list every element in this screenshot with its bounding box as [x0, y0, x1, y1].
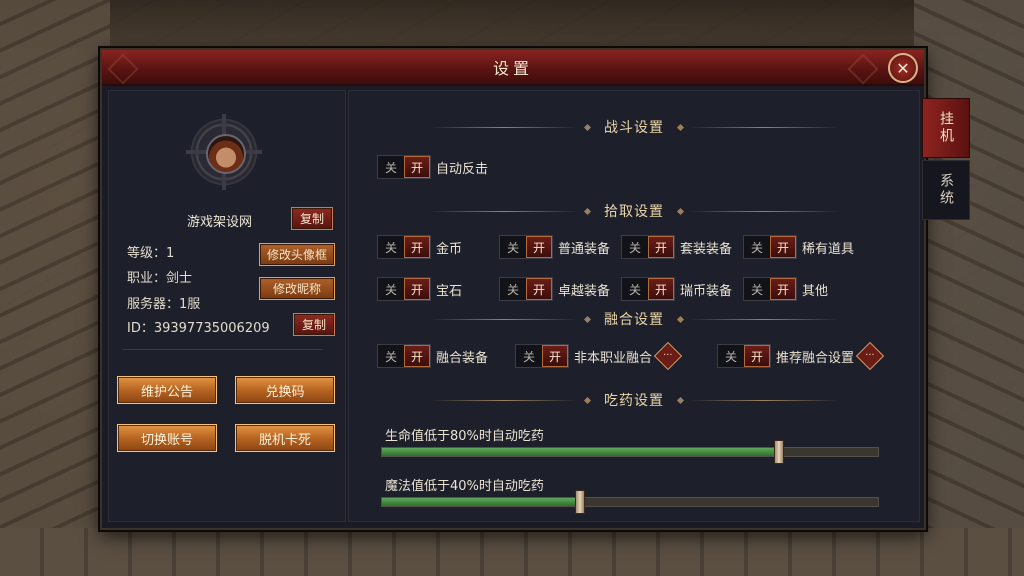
dialog-titlebar: 设置 ✕ — [102, 50, 924, 86]
toggle-pickup-set-gear[interactable]: 关开 套装装备 — [621, 235, 732, 259]
toggle-label: 其他 — [802, 283, 829, 299]
dialog-title: 设置 — [492, 59, 533, 78]
toggle-on[interactable]: 开 — [404, 236, 430, 258]
tab-system[interactable]: 系统 — [922, 160, 970, 220]
toggle-off[interactable]: 关 — [744, 236, 770, 258]
player-level: 等级：1 — [127, 246, 175, 261]
mp-potion-slider[interactable] — [381, 490, 879, 514]
toggle-recommended-fusion[interactable]: 关开 推荐融合设置 ··· — [717, 341, 885, 371]
avatar[interactable] — [206, 134, 246, 174]
hp-slider-fill — [382, 448, 779, 456]
toggle-on[interactable]: 开 — [404, 278, 430, 300]
player-id: ID：39397735006209 — [127, 321, 270, 336]
copy-name-button[interactable]: 复制 — [291, 207, 333, 230]
game-scene-bottom — [0, 528, 1024, 576]
hp-slider-handle[interactable] — [773, 440, 784, 464]
mp-potion-label: 魔法值低于40%时自动吃药 — [385, 479, 544, 494]
change-nickname-button[interactable]: 修改昵称 — [259, 277, 335, 300]
maintenance-notice-button[interactable]: 维护公告 — [117, 376, 217, 404]
hp-potion-label: 生命值低于80%时自动吃药 — [385, 429, 544, 444]
section-header-potion: 吃药设置 — [349, 390, 919, 410]
game-scene-left — [0, 0, 110, 576]
section-header-combat: 战斗设置 — [349, 117, 919, 137]
cross-class-more-button[interactable]: ··· — [653, 341, 683, 371]
player-job: 职业：剑士 — [127, 271, 193, 286]
toggle-pickup-normal-gear[interactable]: 关开 普通装备 — [499, 235, 610, 259]
switch-account-button[interactable]: 切换账号 — [117, 424, 217, 452]
toggle-pickup-rare-items[interactable]: 关开 稀有道具 — [743, 235, 854, 259]
toggle-on[interactable]: 开 — [744, 345, 770, 367]
section-header-pickup: 拾取设置 — [349, 201, 919, 221]
toggle-on[interactable]: 开 — [526, 236, 552, 258]
toggle-label: 金币 — [436, 241, 463, 257]
profile-panel: 游戏架设网 复制 等级：1 修改头像框 职业：剑士 修改昵称 服务器：1服 ID… — [108, 90, 346, 522]
toggle-fusion-cross-class[interactable]: 关开 非本职业融合 ··· — [515, 341, 683, 371]
toggle-on[interactable]: 开 — [648, 236, 674, 258]
toggle-off[interactable]: 关 — [378, 278, 404, 300]
divider — [123, 349, 323, 350]
game-scene-top — [0, 0, 1024, 48]
hp-potion-slider[interactable] — [381, 440, 879, 464]
toggle-pickup-gems[interactable]: 关开 宝石 — [377, 277, 462, 301]
toggle-fusion-gear[interactable]: 关开 融合装备 — [377, 344, 488, 368]
toggle-label: 宝石 — [436, 283, 463, 299]
toggle-off[interactable]: 关 — [500, 236, 526, 258]
player-name: 游戏架设网 — [187, 215, 253, 230]
close-button[interactable]: ✕ — [888, 53, 918, 83]
toggle-pickup-gold[interactable]: 关开 金币 — [377, 235, 462, 259]
settings-panel: 战斗设置 关开 自动反击 拾取设置 关开 金币 关开 普通装备 关开 套装装备 … — [348, 90, 920, 522]
section-title-combat: 战斗设置 — [604, 120, 664, 136]
toggle-label: 非本职业融合 — [574, 350, 653, 366]
toggle-off[interactable]: 关 — [378, 236, 404, 258]
redeem-code-button[interactable]: 兑换码 — [235, 376, 335, 404]
toggle-off[interactable]: 关 — [622, 278, 648, 300]
toggle-off[interactable]: 关 — [516, 345, 542, 367]
toggle-label: 套装装备 — [680, 241, 733, 257]
toggle-on[interactable]: 开 — [404, 345, 430, 367]
toggle-on[interactable]: 开 — [404, 156, 430, 178]
toggle-label: 瑞币装备 — [680, 283, 733, 299]
section-header-fusion: 融合设置 — [349, 309, 919, 329]
toggle-label: 推荐融合设置 — [776, 350, 855, 366]
toggle-on[interactable]: 开 — [542, 345, 568, 367]
mp-slider-fill — [382, 498, 581, 506]
toggle-off[interactable]: 关 — [378, 156, 404, 178]
unstuck-button[interactable]: 脱机卡死 — [235, 424, 335, 452]
toggle-pickup-excellent-gear[interactable]: 关开 卓越装备 — [499, 277, 610, 301]
close-icon: ✕ — [896, 58, 910, 78]
game-scene-right — [914, 0, 1024, 576]
tab-idle[interactable]: 挂机 — [922, 98, 970, 158]
toggle-off[interactable]: 关 — [622, 236, 648, 258]
more-options-icon: ··· — [865, 349, 875, 361]
toggle-auto-counter[interactable]: 关开 自动反击 — [377, 155, 488, 179]
toggle-off[interactable]: 关 — [500, 278, 526, 300]
more-options-icon: ··· — [663, 349, 673, 361]
copy-id-button[interactable]: 复制 — [293, 313, 335, 336]
toggle-label: 稀有道具 — [802, 241, 855, 257]
toggle-on[interactable]: 开 — [770, 278, 796, 300]
mp-slider-handle[interactable] — [575, 490, 586, 514]
toggle-off[interactable]: 关 — [744, 278, 770, 300]
toggle-label: 自动反击 — [436, 161, 489, 177]
toggle-label: 普通装备 — [558, 241, 611, 257]
section-title-potion: 吃药设置 — [604, 393, 664, 409]
player-server: 服务器：1服 — [127, 297, 201, 312]
toggle-off[interactable]: 关 — [718, 345, 744, 367]
section-title-fusion: 融合设置 — [604, 312, 664, 328]
toggle-label: 卓越装备 — [558, 283, 611, 299]
toggle-label: 融合装备 — [436, 350, 489, 366]
toggle-off[interactable]: 关 — [378, 345, 404, 367]
settings-dialog: 设置 ✕ 游戏架设网 复制 等级：1 修改头像框 职业：剑士 修改昵称 服务器：… — [100, 48, 926, 530]
toggle-on[interactable]: 开 — [526, 278, 552, 300]
section-title-pickup: 拾取设置 — [604, 204, 664, 220]
toggle-pickup-coin-gear[interactable]: 关开 瑞币装备 — [621, 277, 732, 301]
avatar-frame — [186, 117, 262, 187]
side-tabs: 挂机 系统 — [922, 98, 970, 220]
toggle-pickup-other[interactable]: 关开 其他 — [743, 277, 828, 301]
recommended-fusion-more-button[interactable]: ··· — [855, 341, 885, 371]
change-avatar-frame-button[interactable]: 修改头像框 — [259, 243, 335, 266]
toggle-on[interactable]: 开 — [770, 236, 796, 258]
toggle-on[interactable]: 开 — [648, 278, 674, 300]
